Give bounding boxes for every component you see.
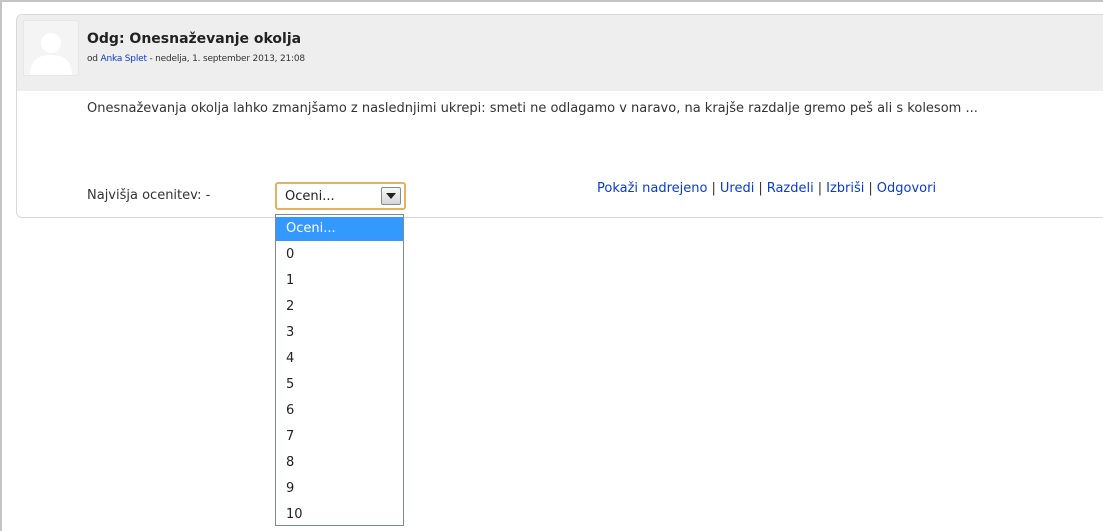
rating-option[interactable]: 5	[276, 373, 403, 397]
action-separator: |	[868, 181, 873, 196]
post-actions: Pokaži nadrejeno | Uredi | Razdeli | Izbriši | O…	[597, 181, 936, 196]
post-date: - nedelja, 1. september 2013, 21:08	[149, 54, 305, 64]
rating-select[interactable]: Oceni...	[275, 182, 406, 210]
post-body: Onesnaževanja okolja lahko zmanjšamo z n…	[87, 101, 978, 116]
split-link[interactable]: Razdeli	[767, 181, 814, 196]
rating-option[interactable]: 1	[276, 269, 403, 293]
author-link[interactable]: Anka Splet	[101, 54, 147, 64]
action-separator: |	[711, 181, 716, 196]
action-separator: |	[758, 181, 763, 196]
forum-post: Odg: Onesnaževanje okolja od Anka Splet …	[16, 14, 1103, 218]
rating-select-value: Oceni...	[285, 189, 335, 204]
rating-option[interactable]: 8	[276, 451, 403, 475]
edit-link[interactable]: Uredi	[720, 181, 754, 196]
user-avatar-icon[interactable]	[23, 20, 79, 76]
show-parent-link[interactable]: Pokaži nadrejeno	[597, 181, 707, 196]
rating-option[interactable]: 2	[276, 295, 403, 319]
page-frame: Odg: Onesnaževanje okolja od Anka Splet …	[0, 0, 1103, 531]
rating-option[interactable]: Oceni...	[276, 217, 403, 241]
post-header: Odg: Onesnaževanje okolja od Anka Splet …	[17, 15, 1103, 91]
rating-option[interactable]: 7	[276, 425, 403, 449]
rating-select-button[interactable]	[381, 187, 401, 205]
rating-option[interactable]: 10	[276, 503, 403, 527]
post-subject: Odg: Onesnaževanje okolja	[87, 31, 302, 47]
rating-label: Najvišja ocenitev: -	[87, 188, 211, 203]
rating-option[interactable]: 0	[276, 243, 403, 267]
reply-link[interactable]: Odgovori	[877, 181, 936, 196]
rating-option[interactable]: 6	[276, 399, 403, 423]
delete-link[interactable]: Izbriši	[826, 181, 864, 196]
rating-option[interactable]: 9	[276, 477, 403, 501]
chevron-down-icon	[386, 193, 396, 199]
byline-prefix: od	[87, 54, 98, 64]
rating-dropdown-list: Oceni... 0 1 2 3 4 5 6 7 8 9 10	[275, 214, 404, 526]
rating-option[interactable]: 4	[276, 347, 403, 371]
post-byline: od Anka Splet - nedelja, 1. september 20…	[87, 54, 305, 64]
rating-option[interactable]: 3	[276, 321, 403, 345]
action-separator: |	[817, 181, 823, 196]
